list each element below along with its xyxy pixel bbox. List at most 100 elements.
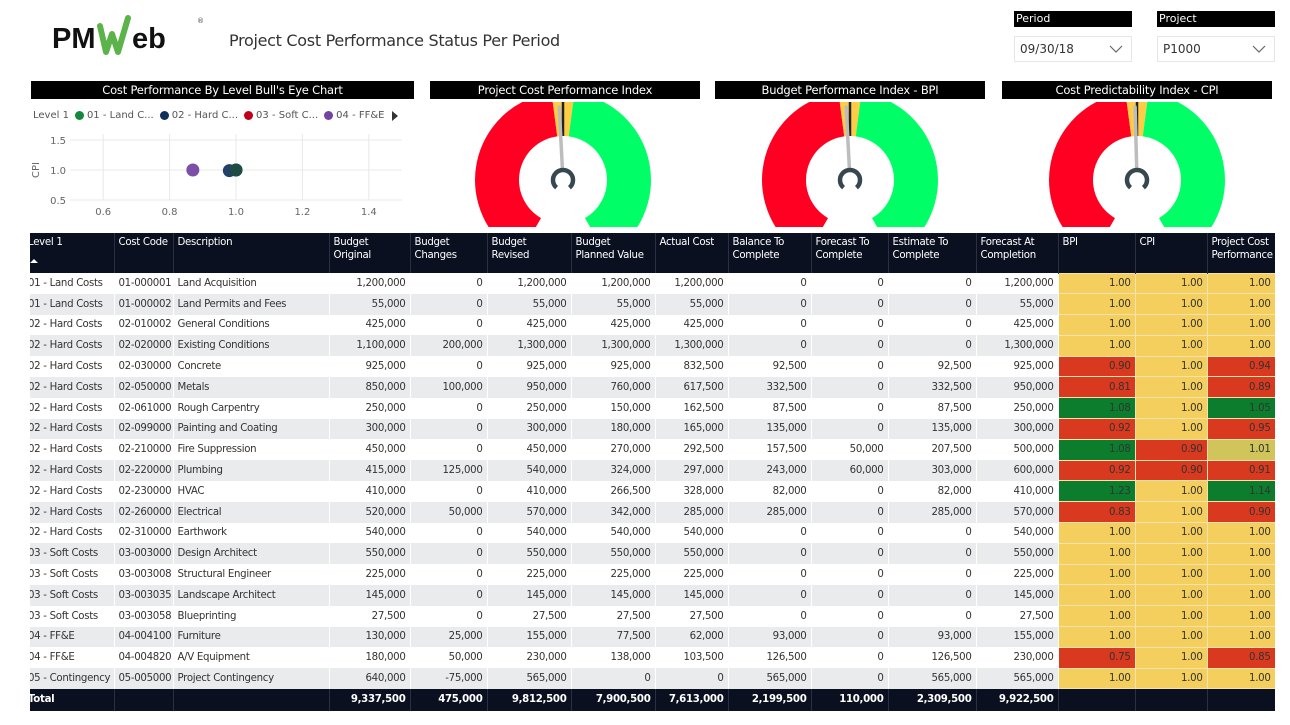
column-header-label: Forecast To Complete [815,237,870,261]
table-cell: 332,500 [888,376,976,398]
table-row[interactable]: 03 - Soft Costs 03-003000 Design Architect… [30,542,1275,565]
table-cell: 0 [811,605,888,627]
legend-item-1[interactable]: 02 - Hard C... [172,110,238,121]
table-row[interactable]: 04 - FF&E 04-004100 Furniture 130,000 25,000… [30,626,1275,648]
column-header-5[interactable]: Budget Revised [487,233,572,273]
table-cell: 0 [811,522,888,544]
period-dropdown[interactable]: 09/30/18 [1014,36,1132,62]
legend-item-0[interactable]: 01 - Land C... [87,110,154,121]
table-cell: 1,200,000 [571,273,655,294]
table-row[interactable]: 02 - Hard Costs 02-061000 Rough Carpentry 2… [30,397,1275,420]
column-header-7[interactable]: Actual Cost [655,233,729,273]
sort-ascending-icon[interactable] [30,259,38,263]
table-cell: 324,000 [571,460,655,481]
column-header-12[interactable]: BPI [1058,233,1136,273]
table-cell: 02-310000 [114,522,173,544]
table-cell: 415,000 [329,460,410,481]
table-row[interactable]: 02 - Hard Costs 02-260000 Electrical 520,00… [30,501,1275,524]
table-cell: 04 - FF&E [30,647,114,669]
table-cell: 225,000 [571,564,655,585]
table-cell: 01 - Land Costs [30,293,114,315]
x-tick-label: 0.8 [162,207,178,218]
column-header-label: Actual Cost [659,237,715,248]
table-row[interactable]: 03 - Soft Costs 03-003058 Blueprinting 27,5… [30,605,1275,628]
table-cell: 270,000 [571,439,655,461]
table-cell: 55,000 [655,293,728,315]
table-cell: 05 - Contingency [30,668,114,689]
table-cell: 50,000 [410,501,487,523]
table-cell: 0 [888,605,976,627]
table-cell: 410,000 [329,480,410,502]
table-cell: Plumbing [173,460,329,481]
index-cell-yellow: 1.00 [1134,542,1208,565]
gauge-hub [837,167,863,190]
table-cell: 300,000 [976,418,1058,440]
table-cell: 03 - Soft Costs [30,605,114,627]
table-row[interactable]: 02 - Hard Costs 02-230000 HVAC 410,000 0 410,… [30,480,1275,503]
table-row[interactable]: 04 - FF&E 04-004820 A/V Equipment 180,000 50… [30,646,1275,669]
index-cell-yellow: 1.00 [1206,542,1275,565]
column-header-2[interactable]: Description [173,233,330,273]
table-cell: 1,300,000 [976,335,1058,357]
gauge-red-band [762,102,845,227]
table-cell: 0 [410,439,487,461]
table-cell: 950,000 [976,376,1058,398]
column-header-13[interactable]: CPI [1135,233,1208,273]
column-header-4[interactable]: Budget Changes [410,233,488,273]
table-row[interactable]: 02 - Hard Costs 02-220000 Plumbing 415,000 1… [30,459,1275,482]
table-cell: 0 [728,293,811,315]
column-header-0[interactable]: Level 1 [30,233,115,273]
column-header-11[interactable]: Forecast At Completion [976,233,1059,273]
table-cell: 410,000 [487,480,571,502]
index-cell-yellow: 1.00 [1134,293,1208,316]
table-cell: 0 [888,584,976,606]
column-header-6[interactable]: Budget Planned Value [571,233,656,273]
table-row[interactable]: 03 - Soft Costs 03-003008 Structural Engin… [30,563,1275,586]
table-row[interactable]: 05 - Contingency 05-005000 Project Conting… [30,667,1275,690]
gauge-red-band [1049,102,1132,227]
index-cell-red: 0.91 [1206,459,1275,482]
x-tick-label: 1.4 [361,207,377,218]
table-cell: 832,500 [655,356,728,377]
table-cell: 1,100,000 [329,335,410,357]
index-cell-yellow: 1.00 [1134,355,1208,378]
column-header-10[interactable]: Estimate To Complete [888,233,977,273]
legend-next-arrow-icon[interactable] [392,111,398,121]
column-header-8[interactable]: Balance To Complete [728,233,812,273]
table-row[interactable]: 03 - Soft Costs 03-003035 Landscape Archit… [30,584,1275,607]
project-dropdown[interactable]: P1000 [1157,36,1275,62]
table-cell: 145,000 [655,584,728,606]
table-cell: 617,500 [655,376,728,398]
table-cell: 02-210000 [114,439,173,461]
column-header-9[interactable]: Forecast To Complete [811,233,889,273]
column-header-1[interactable]: Cost Code [114,233,174,273]
table-row[interactable]: 01 - Land Costs 01-000001 Land Acquisition… [30,272,1275,295]
index-cell-yellow: 1.00 [1057,522,1136,544]
column-header-14[interactable]: Project Cost Performance [1207,233,1275,273]
table-row[interactable]: 02 - Hard Costs 02-010002 General Conditio… [30,314,1275,336]
table-cell: 0 [811,480,888,502]
table-cell: -75,000 [410,668,487,689]
table-row[interactable]: 02 - Hard Costs 02-099000 Painting and Coa… [30,418,1275,440]
column-header-label: Budget Planned Value [575,237,644,261]
table-row[interactable]: 02 - Hard Costs 02-310000 Earthwork 540,000… [30,522,1275,544]
table-cell: 03 - Soft Costs [30,564,114,585]
table-cell: 05-005000 [114,668,173,689]
column-header-3[interactable]: Budget Original [329,233,411,273]
legend-item-2[interactable]: 03 - Soft C... [256,110,318,121]
gauge1-title: Project Cost Performance Index [430,81,700,99]
table-cell: 0 [888,335,976,357]
table-cell: 126,500 [888,647,976,669]
table-cell: 27,500 [487,605,571,627]
table-row[interactable]: 01 - Land Costs 01-000002 Land Permits and… [30,293,1275,316]
index-cell-green: 1.23 [1057,480,1136,503]
legend-item-3[interactable]: 04 - FF&E [336,110,384,121]
table-cell: 550,000 [487,543,571,565]
table-cell: 230,000 [487,647,571,669]
table-row[interactable]: 02 - Hard Costs 02-050000 Metals 850,000 100… [30,376,1275,399]
table-row[interactable]: 02 - Hard Costs 02-210000 Fire Suppression… [30,438,1275,461]
table-row[interactable]: 02 - Hard Costs 02-030000 Concrete 925,000 0… [30,355,1275,378]
table-cell: 0 [888,293,976,315]
table-row[interactable]: 02 - Hard Costs 02-020000 Existing Conditi… [30,334,1275,357]
table-cell: 93,000 [888,626,976,648]
